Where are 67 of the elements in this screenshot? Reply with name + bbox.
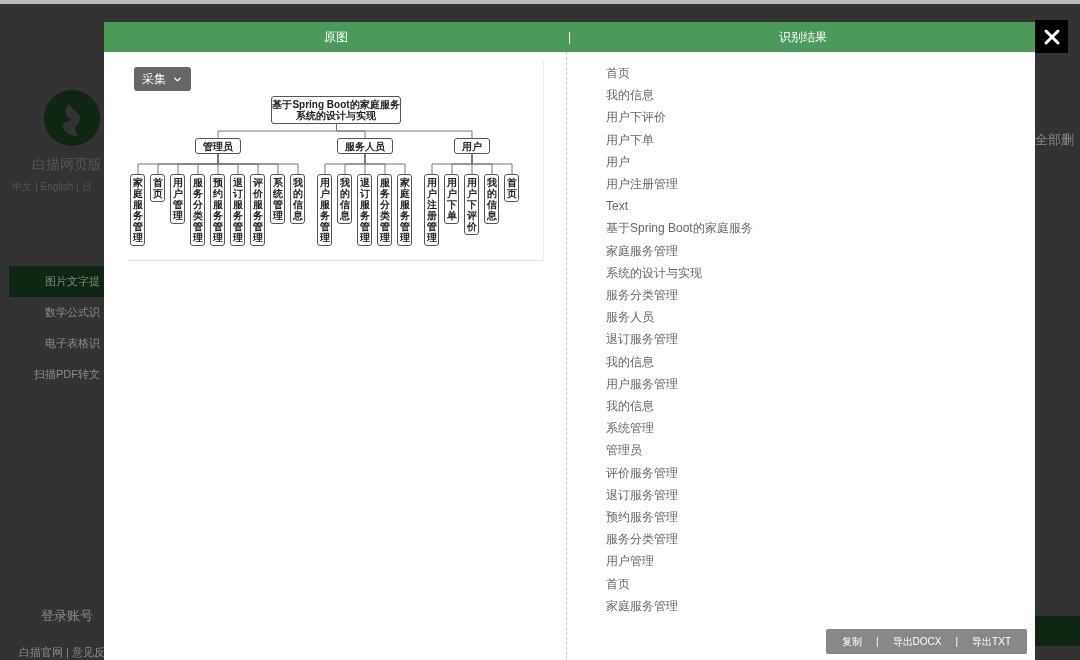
- result-line: 用户下评价: [606, 109, 667, 127]
- result-line: 我的信息: [606, 87, 655, 105]
- result-line: 用户注册管理: [606, 176, 679, 193]
- result-line: 管理员: [606, 442, 643, 460]
- header-title: 识别结果: [779, 28, 828, 46]
- result-line: 系统管理: [606, 420, 655, 438]
- node-label: 用户服务管理: [319, 177, 330, 243]
- node-label: 服务人员: [344, 140, 385, 152]
- node-label: 家庭服务管理: [132, 177, 143, 243]
- result-line: 退订服务管理: [606, 331, 679, 349]
- node-label: 系统的设计与实现: [296, 110, 376, 121]
- node-label: 服务分类管理: [192, 177, 203, 243]
- result-line: 服务分类管理: [606, 531, 679, 549]
- result-line: 用户: [606, 153, 631, 171]
- result-line: 用户下单: [606, 131, 655, 149]
- node-label: 用户注册管理: [426, 177, 437, 243]
- node-label: 服务分类管理: [379, 177, 390, 243]
- result-line: 用户管理: [606, 553, 655, 571]
- node-label: 用户下单: [446, 177, 457, 221]
- login-link[interactable]: 登录账号: [41, 607, 93, 625]
- result-line: 首页: [606, 575, 631, 593]
- result-line: Text: [606, 198, 629, 216]
- toolbar-button[interactable]: 导出DOCX: [882, 634, 952, 649]
- node-label: 用户管理: [172, 177, 183, 221]
- node-label: 我的信息: [339, 177, 350, 221]
- result-line: 首页: [606, 65, 631, 82]
- action-bar: [1035, 616, 1080, 646]
- result-line: 系统的设计与实现: [606, 264, 703, 282]
- footer-links[interactable]: 白描官网 | 意见反: [19, 645, 105, 660]
- node-label: 家庭服务管理: [399, 177, 410, 243]
- toolbar-button[interactable]: 导出TXT: [962, 634, 1021, 649]
- result-line: 家庭服务管理: [606, 597, 679, 615]
- header-separator: |: [567, 30, 572, 44]
- result-line: 基于Spring Boot的家庭服务: [606, 220, 754, 238]
- node-label: 首页: [506, 177, 517, 199]
- result-line: 退订服务管理: [606, 486, 679, 504]
- result-line: 服务分类管理: [606, 287, 679, 305]
- toolbar-button[interactable]: 复制: [832, 634, 872, 649]
- close-button[interactable]: [1035, 20, 1068, 53]
- result-line: 服务人员: [606, 309, 655, 327]
- result-line: 我的信息: [606, 398, 655, 416]
- node-label: 首页: [152, 177, 163, 199]
- toolbar-separator: |: [955, 636, 959, 647]
- result-line: 家庭服务管理: [606, 242, 679, 260]
- node-label: 用户下评价: [466, 177, 477, 232]
- result-line: 用户服务管理: [606, 375, 679, 393]
- node-label: 我的信息: [292, 177, 303, 221]
- result-line: 我的信息: [606, 353, 655, 371]
- node-label: 预约服务管理: [212, 177, 223, 243]
- node-label: 退订服务管理: [359, 177, 370, 243]
- node-label: 我的信息: [486, 177, 497, 221]
- node-label: 管理员: [202, 140, 233, 152]
- result-line: 评价服务管理: [606, 464, 679, 482]
- node-label: 退订服务管理: [232, 177, 243, 243]
- node-label: 系统管理: [272, 177, 283, 221]
- menu-item[interactable]: 电子表格识: [9, 328, 104, 359]
- node-label: 基于Spring Boot的家庭服务: [272, 99, 400, 110]
- collect-button[interactable]: 采集: [134, 67, 191, 91]
- node-label: 评价服务管理: [252, 177, 263, 243]
- menu-item[interactable]: 图片文字提: [9, 266, 104, 297]
- result-line: 预约服务管理: [606, 509, 679, 527]
- menu-item[interactable]: 数学公式识: [9, 297, 104, 328]
- node-label: 用户: [461, 140, 482, 152]
- header-title: 原图: [323, 28, 348, 46]
- toolbar-separator: |: [876, 636, 879, 647]
- menu-item[interactable]: 扫描PDF转文: [9, 359, 104, 390]
- delete-all-link[interactable]: 全部删: [1035, 131, 1080, 149]
